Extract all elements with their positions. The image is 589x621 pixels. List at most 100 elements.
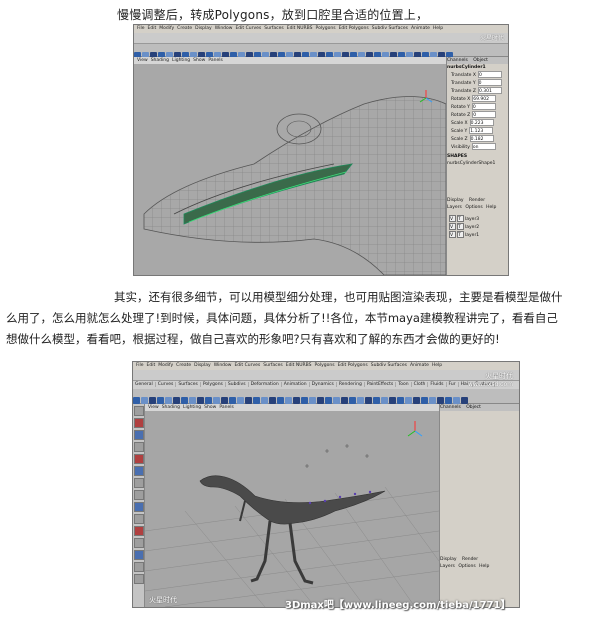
shelf-tab-11[interactable]: Cloth [411, 382, 429, 387]
attribute-value-field[interactable]: 0 [472, 111, 497, 118]
tool-icon[interactable] [134, 454, 144, 464]
menu-item-8[interactable]: Edit NURBS [287, 26, 313, 31]
tab-channels[interactable]: Channels [440, 405, 461, 410]
menu-item-7[interactable]: Surfaces [263, 363, 283, 368]
tool-icon[interactable] [134, 514, 144, 524]
display-render-toggle[interactable]: Display Render [447, 197, 508, 204]
panel-menu-item-4[interactable]: Panels [219, 405, 233, 410]
visibility-toggle[interactable]: V [449, 223, 456, 230]
shelf-tool-icon[interactable] [133, 397, 140, 404]
layers-menu[interactable]: Layers [447, 205, 462, 210]
attribute-value-field[interactable]: 0.301 [477, 87, 502, 94]
tool-icon[interactable] [134, 502, 144, 512]
tool-icon[interactable] [134, 442, 144, 452]
attribute-value-field[interactable]: 0 [477, 71, 502, 78]
attribute-value-field[interactable]: 0 [471, 103, 496, 110]
help-menu[interactable]: Help [486, 205, 496, 210]
menu-item-9[interactable]: Polygons [316, 26, 336, 31]
shelf-tab-5[interactable]: Deformation [248, 382, 282, 387]
tool-icon[interactable] [134, 430, 144, 440]
shelf-tab-1[interactable]: Curves [155, 382, 177, 387]
shelf-tool-icon[interactable] [181, 397, 188, 404]
tool-icon[interactable] [134, 490, 144, 500]
shelf-tool-icon[interactable] [461, 397, 468, 404]
shelf-tab-6[interactable]: Animation [281, 382, 310, 387]
tab-object[interactable]: Object [466, 405, 481, 410]
shelf-tool-icon[interactable] [349, 397, 356, 404]
shelf-tool-icon[interactable] [405, 397, 412, 404]
panel-menu-item-0[interactable]: View [148, 405, 159, 410]
options-menu[interactable]: Options [465, 205, 482, 210]
attribute-value-field[interactable]: on [471, 143, 496, 150]
attribute-value-field[interactable]: 0.223 [469, 119, 494, 126]
menu-item-12[interactable]: Animate [411, 26, 430, 31]
display-option[interactable]: Display [440, 557, 457, 562]
visibility-toggle[interactable]: V [449, 215, 456, 222]
menu-item-10[interactable]: Edit Polygons [339, 26, 369, 31]
shelf-tab-10[interactable]: Toon [396, 382, 412, 387]
shelf-tool-icon[interactable] [165, 397, 172, 404]
menu-item-13[interactable]: Help [433, 26, 443, 31]
shelf-tool-icon[interactable] [253, 397, 260, 404]
shelf-tab-0[interactable]: General [133, 382, 156, 387]
panel-menu-item-0[interactable]: View [137, 58, 148, 63]
menu-item-11[interactable]: Subdiv Surfaces [372, 26, 408, 31]
shelf-tool-icon[interactable] [157, 397, 164, 404]
shelf-tab-7[interactable]: Dynamics [309, 382, 337, 387]
menu-item-6[interactable]: Edit Curves [234, 363, 260, 368]
shelf-tool-icon[interactable] [197, 397, 204, 404]
attribute-value-field[interactable]: 1.123 [469, 127, 494, 134]
viewport-persp[interactable]: View Shading Lighting Show Panels [134, 57, 446, 275]
menu-item-0[interactable]: File [137, 26, 145, 31]
shelf-tool-icon[interactable] [149, 397, 156, 404]
shelf-tab-3[interactable]: Polygons [200, 382, 226, 387]
panel-menu-item-3[interactable]: Show [204, 405, 216, 410]
panel-menu-item-2[interactable]: Lighting [172, 58, 190, 63]
shelf-tool-icon[interactable] [333, 397, 340, 404]
menu-item-1[interactable]: Edit [148, 26, 157, 31]
menu-item-8[interactable]: Edit NURBS [286, 363, 312, 368]
panel-menu-item-2[interactable]: Lighting [183, 405, 201, 410]
render-option[interactable]: Render [462, 557, 478, 562]
tab-channels[interactable]: Channels [447, 58, 468, 63]
options-menu[interactable]: Options [458, 564, 475, 569]
shelf-tool-icon[interactable] [413, 397, 420, 404]
viewport-persp[interactable]: View Shading Lighting Show Panels 火星时代 [145, 404, 439, 607]
panel-menu-item-3[interactable]: Show [193, 58, 205, 63]
help-menu[interactable]: Help [479, 564, 489, 569]
menu-item-12[interactable]: Animate [410, 363, 429, 368]
menu-item-2[interactable]: Modify [159, 26, 174, 31]
template-toggle[interactable]: T [457, 215, 464, 222]
tool-icon[interactable] [134, 418, 144, 428]
tool-icon[interactable] [134, 538, 144, 548]
tool-icon[interactable] [134, 574, 144, 584]
shelf-tool-icon[interactable] [285, 397, 292, 404]
shelf-tool-icon[interactable] [317, 397, 324, 404]
menu-item-7[interactable]: Surfaces [264, 26, 284, 31]
tool-icon[interactable] [134, 406, 144, 416]
menu-item-6[interactable]: Edit Curves [235, 26, 261, 31]
render-option[interactable]: Render [469, 198, 485, 203]
layer-row[interactable]: V Tlayer1 [447, 231, 508, 239]
visibility-toggle[interactable]: V [449, 231, 456, 238]
tab-object[interactable]: Object [473, 58, 488, 63]
tool-icon[interactable] [134, 550, 144, 560]
menu-item-4[interactable]: Display [194, 363, 211, 368]
shelf-tool-icon[interactable] [421, 397, 428, 404]
shelf-tool-icon[interactable] [397, 397, 404, 404]
attribute-value-field[interactable]: 0 [477, 79, 502, 86]
shelf-tool-icon[interactable] [437, 397, 444, 404]
shelf-tool-icon[interactable] [309, 397, 316, 404]
shelf-tool-icon[interactable] [293, 397, 300, 404]
shelf-tool-icon[interactable] [301, 397, 308, 404]
attribute-value-field[interactable]: 69.902 [472, 95, 497, 102]
shelf-tool-icon[interactable] [365, 397, 372, 404]
menu-item-13[interactable]: Help [432, 363, 442, 368]
panel-menu-item-4[interactable]: Panels [208, 58, 222, 63]
menu-item-2[interactable]: Modify [158, 363, 173, 368]
menu-item-3[interactable]: Create [177, 26, 192, 31]
tool-icon[interactable] [134, 466, 144, 476]
shelf-tab-9[interactable]: PaintEffects [364, 382, 397, 387]
menu-item-10[interactable]: Edit Polygons [338, 363, 368, 368]
template-toggle[interactable]: T [457, 231, 464, 238]
